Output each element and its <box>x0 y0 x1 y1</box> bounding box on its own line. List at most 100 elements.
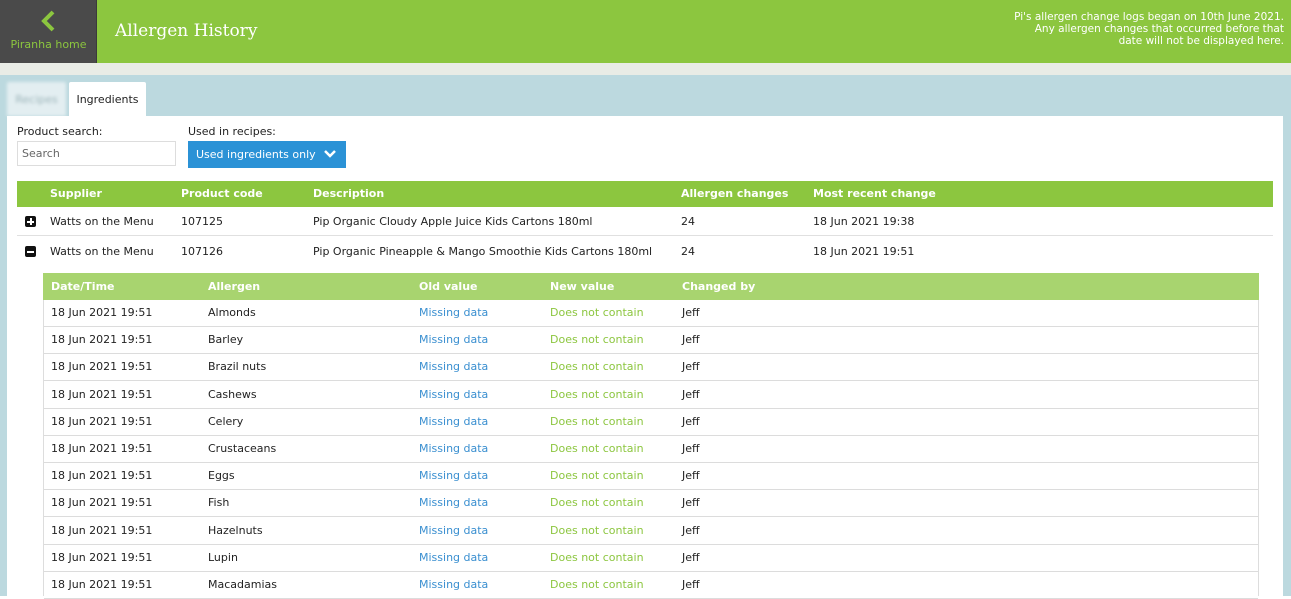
datetime-cell: 18 Jun 2021 19:51 <box>51 414 153 428</box>
datetime-cell: 18 Jun 2021 19:51 <box>51 333 153 347</box>
allergen-cell: Lupin <box>208 550 238 564</box>
datetime-cell: 18 Jun 2021 19:51 <box>51 550 153 564</box>
history-row: 18 Jun 2021 19:51 Barley Missing data Does … <box>44 327 1258 355</box>
chevron-down-icon <box>324 150 336 158</box>
allergen-cell: Barley <box>208 333 244 347</box>
allergen-cell: Eggs <box>208 469 235 483</box>
history-row: 18 Jun 2021 19:51 Eggs Missing data Does no… <box>44 463 1258 491</box>
old-value-cell: Missing data <box>419 414 489 428</box>
used-in-recipes-value: Used ingredients only <box>196 148 316 161</box>
datetime-cell: 18 Jun 2021 19:51 <box>51 578 153 591</box>
datetime-cell: 18 Jun 2021 19:51 <box>51 442 153 455</box>
datetime-cell: 18 Jun 2021 19:51 <box>51 387 153 401</box>
new-value-cell: Does not contain <box>550 550 644 564</box>
product-search-label: Product search: <box>17 125 103 138</box>
old-value-cell: Missing data <box>419 578 489 591</box>
allergen-cell: Cashews <box>208 387 257 401</box>
log-start-notice: Pi's allergen change logs began on 10th … <box>984 11 1284 47</box>
history-row: 18 Jun 2021 19:51 Macadamias Missing data D… <box>44 572 1258 599</box>
chevron-left-icon <box>41 10 55 32</box>
allergen-cell: Brazil nuts <box>208 360 267 374</box>
used-in-recipes-label: Used in recipes: <box>188 125 276 138</box>
changed-by-cell: Jeff <box>682 414 700 428</box>
changed-by-cell: Jeff <box>682 523 700 537</box>
new-value-cell: Does not contain <box>550 414 644 428</box>
used-in-recipes-select[interactable]: Used ingredients only <box>188 141 346 168</box>
old-value-cell: Missing data <box>419 469 489 483</box>
col-new-value: New value <box>550 280 615 293</box>
allergen-cell: Crustaceans <box>208 442 277 455</box>
datetime-cell: 18 Jun 2021 19:51 <box>51 360 153 374</box>
changed-by-cell: Jeff <box>682 306 700 319</box>
notice-line: date will not be displayed here. <box>1118 35 1284 47</box>
col-old-value: Old value <box>419 280 478 293</box>
history-row: 18 Jun 2021 19:51 Brazil nuts Missing data… <box>44 354 1258 382</box>
allergen-cell: Hazelnuts <box>208 523 263 537</box>
history-row: 18 Jun 2021 19:51 Lupin Missing data Does n… <box>44 545 1258 572</box>
new-value-cell: Does not contain <box>550 333 644 347</box>
changed-by-cell: Jeff <box>682 496 700 510</box>
new-value-cell: Does not contain <box>550 523 644 537</box>
tab-ingredients[interactable]: Ingredients <box>69 82 146 116</box>
history-row: 18 Jun 2021 19:51 Cashews Missing data Does… <box>44 382 1258 409</box>
product-search-input[interactable] <box>17 141 176 166</box>
new-value-cell: Does not contain <box>550 496 644 510</box>
old-value-cell: Missing data <box>419 496 489 510</box>
changed-by-cell: Jeff <box>682 333 700 347</box>
tab-recipes[interactable]: Recipes <box>7 82 66 116</box>
new-value-cell: Does not contain <box>550 578 644 591</box>
changed-by-cell: Jeff <box>682 442 700 455</box>
changed-by-cell: Jeff <box>682 550 700 564</box>
datetime-cell: 18 Jun 2021 19:51 <box>51 469 153 483</box>
new-value-cell: Does not contain <box>550 442 644 455</box>
page-title: Allergen History <box>115 21 258 41</box>
changed-by-cell: Jeff <box>682 387 700 401</box>
col-supplier[interactable]: Supplier <box>50 181 102 207</box>
allergen-changes-cell: 24 <box>681 215 695 228</box>
app-header: Piranha home Allergen History Pi's aller… <box>0 0 1291 63</box>
history-row: 18 Jun 2021 19:51 Almonds Missing data Does… <box>44 300 1258 327</box>
old-value-cell: Missing data <box>419 523 489 537</box>
datetime-cell: 18 Jun 2021 19:51 <box>51 523 153 537</box>
collapse-icon[interactable] <box>25 246 36 257</box>
allergen-cell: Macadamias <box>208 578 277 591</box>
recent-change-cell: 18 Jun 2021 19:51 <box>813 245 915 258</box>
table-row[interactable]: Watts on the Menu 107126 Pip Organic Pin… <box>17 237 1273 266</box>
allergen-changes-cell: 24 <box>681 245 695 258</box>
piranha-home-button[interactable]: Piranha home <box>0 0 97 63</box>
old-value-cell: Missing data <box>419 333 489 347</box>
expand-icon[interactable] <box>25 216 36 227</box>
product-code-cell: 107126 <box>181 245 223 258</box>
old-value-cell: Missing data <box>419 360 489 374</box>
new-value-cell: Does not contain <box>550 387 644 401</box>
history-table-header: Date/Time Allergen Old value New value C… <box>43 273 1259 300</box>
history-row: 18 Jun 2021 19:51 Hazelnuts Missing data Do… <box>44 518 1258 545</box>
col-allergen-changes[interactable]: Allergen changes <box>681 181 788 207</box>
old-value-cell: Missing data <box>419 442 489 455</box>
datetime-cell: 18 Jun 2021 19:51 <box>51 496 153 510</box>
new-value-cell: Does not contain <box>550 360 644 374</box>
history-row: 18 Jun 2021 19:51 Crustaceans Missing data… <box>44 436 1258 463</box>
new-value-cell: Does not contain <box>550 306 644 319</box>
history-row: 18 Jun 2021 19:51 Celery Missing data Does … <box>44 409 1258 436</box>
col-description[interactable]: Description <box>313 181 384 207</box>
col-changed-by: Changed by <box>682 280 756 293</box>
new-value-cell: Does not contain <box>550 469 644 483</box>
products-table-header: Supplier Product code Description Allerg… <box>17 181 1273 207</box>
table-row[interactable]: Watts on the Menu 107125 Pip Organic Clo… <box>17 207 1273 236</box>
header-divider <box>0 63 1291 75</box>
supplier-cell: Watts on the Menu <box>50 245 154 258</box>
old-value-cell: Missing data <box>419 387 489 401</box>
notice-line: Any allergen changes that occurred befor… <box>1034 23 1284 35</box>
allergen-cell: Almonds <box>208 306 256 319</box>
col-product-code[interactable]: Product code <box>181 181 263 207</box>
old-value-cell: Missing data <box>419 306 489 319</box>
home-label: Piranha home <box>10 38 87 51</box>
changed-by-cell: Jeff <box>682 469 700 483</box>
history-table-body: 18 Jun 2021 19:51 Almonds Missing data Does… <box>43 300 1259 599</box>
description-cell: Pip Organic Cloudy Apple Juice Kids Cart… <box>313 215 593 228</box>
col-most-recent-change[interactable]: Most recent change <box>813 181 936 207</box>
history-row: 18 Jun 2021 19:51 Fish Missing data Does no… <box>44 490 1258 518</box>
datetime-cell: 18 Jun 2021 19:51 <box>51 306 153 319</box>
product-code-cell: 107125 <box>181 215 223 228</box>
